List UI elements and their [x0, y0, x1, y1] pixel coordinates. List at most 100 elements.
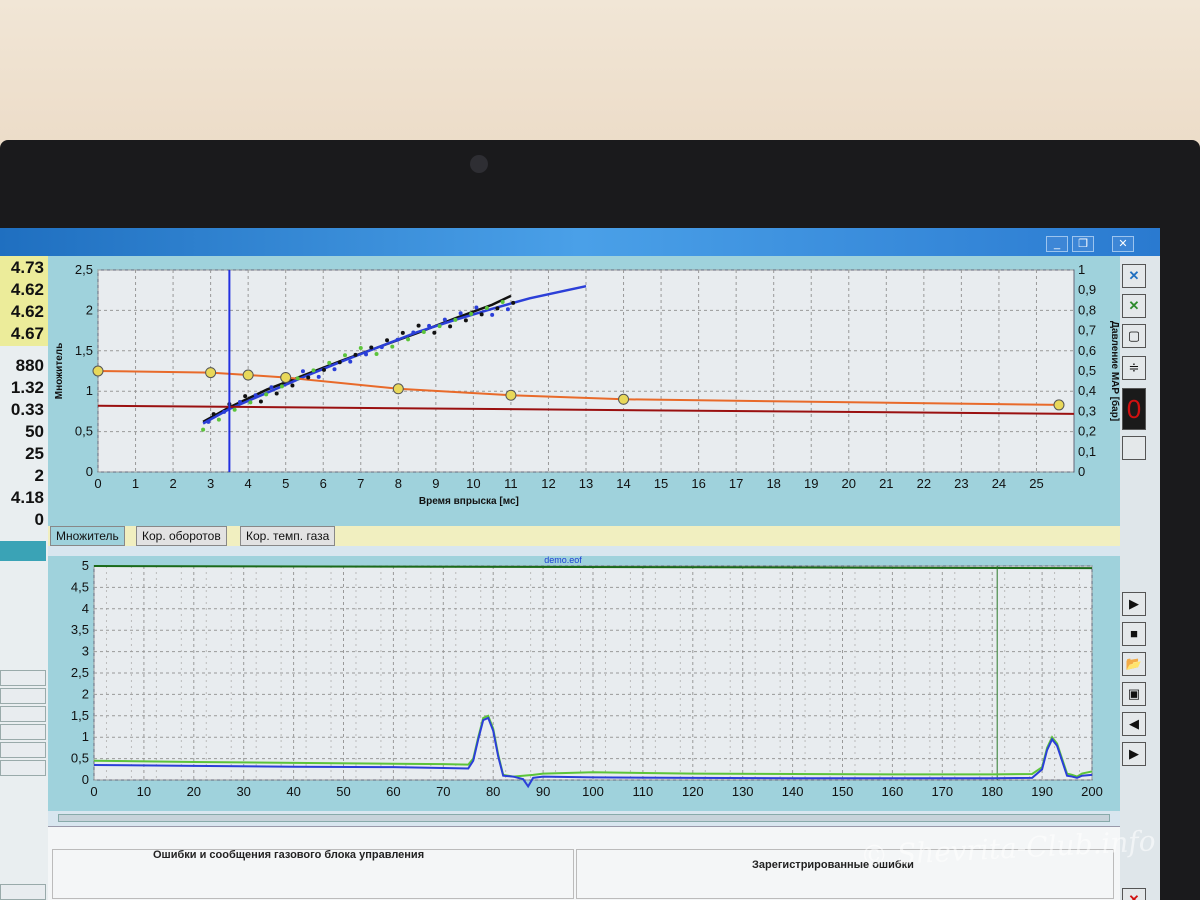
- x-tick-label: 0: [90, 784, 97, 799]
- file-name-label: demo.eof: [544, 556, 582, 565]
- y2-tick-label: 0,1: [1078, 444, 1096, 459]
- x-tick-label: 190: [1031, 784, 1053, 799]
- frame-icon[interactable]: ▢: [1122, 324, 1146, 348]
- scatter-point: [253, 393, 258, 398]
- scatter-point: [243, 394, 248, 399]
- maximize-button[interactable]: ❐: [1072, 236, 1094, 252]
- save-icon[interactable]: ▣: [1122, 682, 1146, 706]
- right-toolbar: ✕ ✕ ▢ ≑ 0 ▶ ■ 📂 ▣ ◀ ▶ ✕: [1120, 256, 1160, 900]
- y-tick-label: 1,5: [75, 343, 93, 358]
- left-field-2[interactable]: [0, 706, 46, 722]
- x-tick-label: 80: [486, 784, 500, 799]
- scatter-point: [311, 368, 316, 373]
- scatter-point: [505, 307, 510, 312]
- left-value-3: 4.62: [10, 302, 44, 321]
- scatter-point: [274, 391, 279, 396]
- scatter-point: [379, 345, 384, 350]
- scatter-point: [295, 376, 300, 381]
- curve-marker: [242, 369, 254, 381]
- scatter-point: [469, 311, 474, 316]
- empty-button[interactable]: [1122, 436, 1146, 460]
- x-tick-label: 18: [766, 476, 780, 491]
- y2-tick-label: 0,4: [1078, 383, 1096, 398]
- oscilloscope-chart[interactable]: demo.eof0 10 20 30 40 50 60 70 80 90 100 110 120 130 1…: [48, 555, 1120, 811]
- x-tick-label: 24: [992, 476, 1006, 491]
- scatter-point: [364, 352, 369, 357]
- scatter-point: [416, 323, 421, 328]
- x-tick-label: 150: [832, 784, 854, 799]
- x-tick-label: 20: [187, 784, 201, 799]
- open-folder-icon[interactable]: 📂: [1122, 652, 1146, 676]
- scatter-point: [211, 412, 216, 417]
- x-tick-label: 110: [633, 784, 654, 799]
- left-field-5[interactable]: [0, 760, 46, 776]
- left-field-4[interactable]: [0, 742, 46, 758]
- error-close-icon[interactable]: ✕: [1122, 888, 1146, 900]
- play-icon[interactable]: ▶: [1122, 592, 1146, 616]
- scatter-point: [332, 367, 337, 372]
- curve-marker: [280, 371, 292, 383]
- curve-marker: [205, 367, 217, 379]
- scatter-point: [237, 399, 242, 404]
- scatter-point: [222, 409, 227, 414]
- y2-tick-label: 0,8: [1078, 302, 1096, 317]
- scatter-point: [369, 345, 374, 350]
- stop-icon[interactable]: ■: [1122, 622, 1146, 646]
- scatter-point: [248, 400, 253, 405]
- x-tick-label: 7: [357, 476, 364, 491]
- x-tick-label: 70: [436, 784, 450, 799]
- left-bottom-dropdown[interactable]: [0, 884, 46, 900]
- x-tick-label: 130: [732, 784, 754, 799]
- window-titlebar: _ ❐ ✕: [0, 228, 1160, 256]
- scatter-point: [385, 338, 390, 343]
- x-tick-label: 11: [504, 476, 518, 491]
- x-tick-label: 12: [541, 476, 555, 491]
- x-tick-label: 60: [386, 784, 400, 799]
- tab-multiplier[interactable]: Множитель: [50, 526, 125, 546]
- y-tick-label: 1,5: [71, 708, 89, 723]
- multiplier-chart-panel: 0 1 2 3 4 5 6 7 8 9 10 11 12 13 14 15 16 17 18 19 20 21 22 23 24…: [48, 256, 1120, 526]
- x-tick-label: 5: [282, 476, 289, 491]
- y-tick-label: 3: [82, 644, 89, 659]
- scatter-point: [474, 305, 479, 310]
- scatter-point: [406, 337, 411, 342]
- scatter-point: [495, 306, 500, 311]
- close-green-icon[interactable]: ✕: [1122, 294, 1146, 318]
- left-value-12: 0: [34, 510, 44, 529]
- step-forward-icon[interactable]: ▶: [1122, 742, 1146, 766]
- scatter-point: [316, 374, 321, 379]
- close-blue-icon[interactable]: ✕: [1122, 264, 1146, 288]
- y-tick-label: 0: [82, 772, 89, 787]
- scatter-point: [216, 417, 221, 422]
- step-back-icon[interactable]: ◀: [1122, 712, 1146, 736]
- x-tick-label: 10: [466, 476, 480, 491]
- tab-rpm-correction[interactable]: Кор. оборотов: [136, 526, 227, 546]
- left-value-1: 4.73: [10, 258, 44, 277]
- x-tick-label: 22: [917, 476, 931, 491]
- multiplier-chart[interactable]: 0 1 2 3 4 5 6 7 8 9 10 11 12 13 14 15 16 17 18 19 20 21 22 23 24…: [48, 256, 1120, 526]
- y-tick-label: 4: [82, 601, 89, 616]
- digit-display: 0: [1122, 388, 1146, 430]
- scatter-point: [463, 318, 468, 323]
- compress-icon[interactable]: ≑: [1122, 356, 1146, 380]
- left-dropdown[interactable]: [0, 688, 46, 704]
- minimize-button[interactable]: _: [1046, 236, 1068, 252]
- timeline-scrollbar[interactable]: [58, 814, 1110, 822]
- left-value-2: 4.62: [10, 280, 44, 299]
- scatter-point: [437, 324, 442, 329]
- x-tick-label: 4: [245, 476, 252, 491]
- x-tick-label: 9: [432, 476, 439, 491]
- tab-gas-temp-correction[interactable]: Кор. темп. газа: [240, 526, 336, 546]
- errors-list[interactable]: [52, 849, 574, 899]
- y-tick-label: 2,5: [71, 665, 89, 680]
- scatter-point: [358, 345, 363, 350]
- x-tick-label: 200: [1081, 784, 1103, 799]
- left-value-9: 25: [25, 444, 44, 463]
- left-field-3[interactable]: [0, 724, 46, 740]
- close-button[interactable]: ✕: [1112, 236, 1134, 252]
- scatter-point: [337, 360, 342, 365]
- y2-tick-label: 0,2: [1078, 424, 1096, 439]
- y2-tick-label: 0,7: [1078, 323, 1096, 338]
- scatter-point: [374, 351, 379, 356]
- left-field-1[interactable]: [0, 670, 46, 686]
